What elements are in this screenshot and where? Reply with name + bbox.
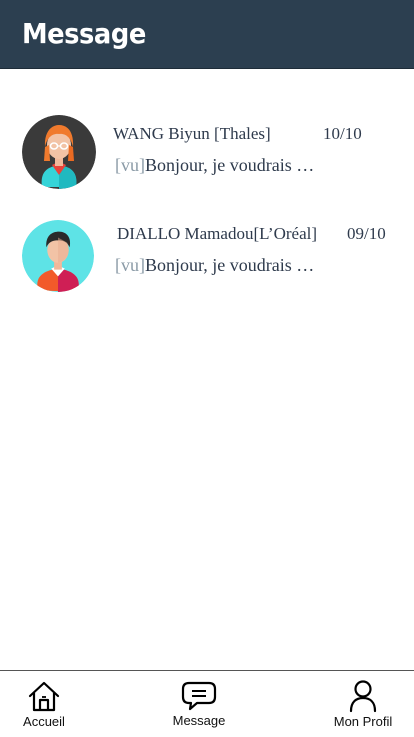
contact-name: DIALLO Mamadou[L’Oréal]: [117, 224, 317, 243]
female-avatar-icon: [22, 115, 96, 189]
tab-mon-profil[interactable]: Mon Profil: [318, 671, 408, 737]
contact-name: WANG Biyun [Thales]: [113, 124, 271, 143]
message-preview: [vu]Bonjour, je voudrais …: [115, 155, 314, 176]
chat-icon: [181, 681, 217, 716]
home-icon: [27, 679, 61, 718]
message-preview: [vu]Bonjour, je voudrais …: [115, 255, 314, 276]
preview-text: Bonjour, je voudrais …: [145, 255, 315, 275]
tab-label: Mon Profil: [333, 714, 393, 729]
tab-accueil[interactable]: Accueil: [0, 671, 88, 737]
user-icon: [348, 679, 378, 718]
preview-text: Bonjour, je voudrais …: [145, 155, 315, 175]
tab-label: Message: [172, 713, 226, 728]
page-title: Message: [22, 17, 146, 50]
message-item-diallo[interactable]: DIALLO Mamadou[L’Oréal] 09/10 [vu]Bonjou…: [0, 208, 414, 298]
read-status: [vu]: [115, 155, 145, 175]
message-item-wang[interactable]: WANG Biyun [Thales] 10/10 [vu]Bonjour, j…: [0, 108, 414, 198]
read-status: [vu]: [115, 255, 145, 275]
message-date: 10/10: [323, 124, 362, 143]
app-header: Message: [0, 0, 414, 69]
message-date: 09/10: [347, 224, 386, 243]
male-avatar-icon: [22, 220, 94, 292]
tab-label: Accueil: [23, 714, 65, 729]
tab-message[interactable]: Message: [155, 671, 243, 737]
bottom-tab-bar: Accueil Message Mon Profil: [0, 670, 414, 736]
